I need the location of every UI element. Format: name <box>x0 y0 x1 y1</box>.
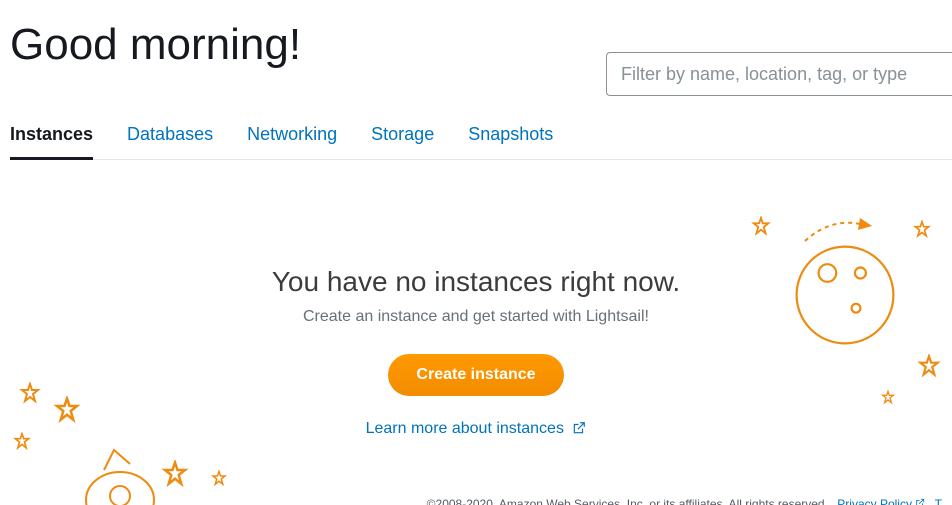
rocket-icon <box>70 440 190 505</box>
star-icon <box>18 382 42 406</box>
privacy-policy-link[interactable]: Privacy Policy <box>837 497 928 505</box>
tab-databases[interactable]: Databases <box>127 124 213 159</box>
star-icon <box>12 432 32 452</box>
external-link-icon <box>915 497 928 505</box>
tab-storage[interactable]: Storage <box>371 124 434 159</box>
star-icon <box>912 220 932 240</box>
search-container <box>606 52 952 96</box>
star-icon <box>210 470 228 488</box>
terms-link[interactable]: T <box>935 497 942 505</box>
footer: ©2008-2020, Amazon Web Services, Inc. or… <box>427 497 942 505</box>
tab-networking[interactable]: Networking <box>247 124 337 159</box>
star-icon <box>52 396 82 426</box>
star-icon <box>880 390 896 406</box>
create-instance-button[interactable]: Create instance <box>388 354 563 396</box>
learn-more-link[interactable]: Learn more about instances <box>0 420 952 440</box>
comet-icon <box>800 216 880 246</box>
tab-instances[interactable]: Instances <box>10 124 93 160</box>
search-input[interactable] <box>606 52 952 96</box>
learn-more-label: Learn more about instances <box>366 420 564 437</box>
tab-snapshots[interactable]: Snapshots <box>468 124 553 159</box>
privacy-policy-label: Privacy Policy <box>837 497 912 505</box>
star-icon <box>750 216 772 238</box>
external-link-icon <box>572 421 586 440</box>
footer-copyright: ©2008-2020, Amazon Web Services, Inc. or… <box>427 497 828 505</box>
tabs-nav: Instances Databases Networking Storage S… <box>10 124 952 160</box>
star-icon <box>916 354 942 380</box>
moon-icon <box>790 240 900 350</box>
